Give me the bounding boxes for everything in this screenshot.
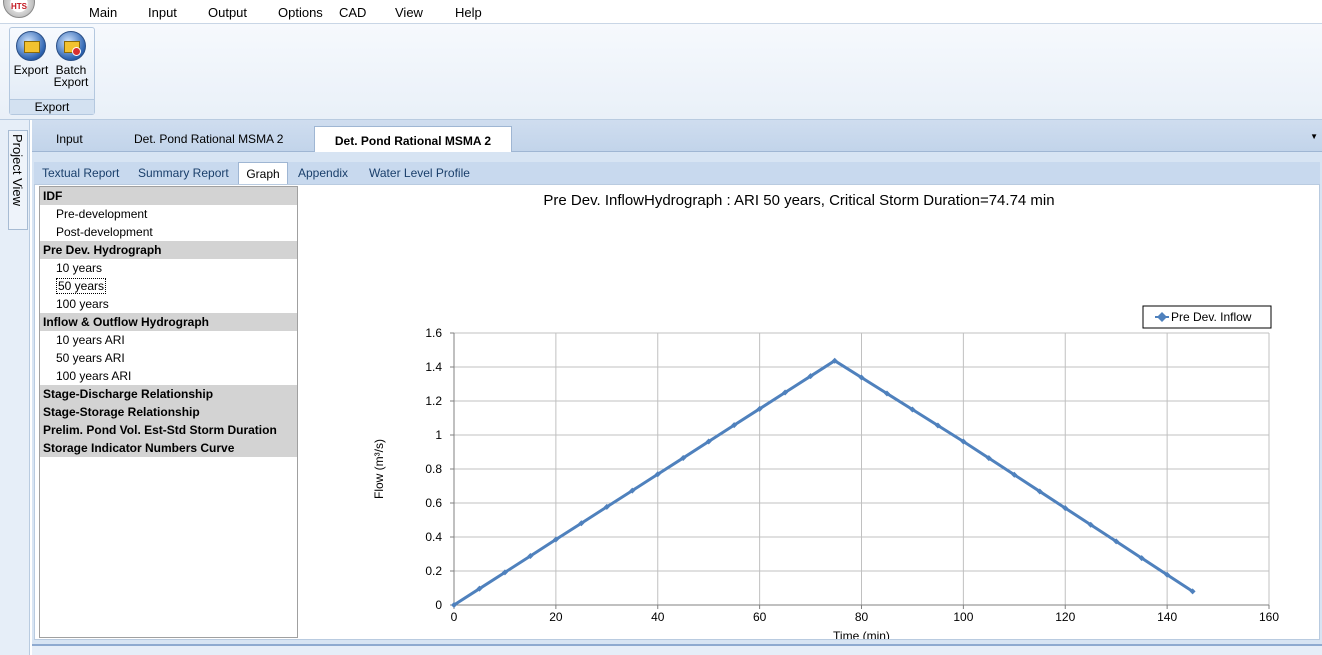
menu-bar: HTS Main Input Output Options CAD View H… bbox=[0, 0, 1322, 24]
ribbon-group-export: Export Batch Export Export bbox=[9, 27, 95, 115]
y-tick-label: 1.2 bbox=[425, 394, 442, 408]
tree-item[interactable]: 50 years ARI bbox=[40, 349, 297, 367]
tree-row-label: Storage Indicator Numbers Curve bbox=[43, 441, 235, 455]
tree-row-label: 100 years ARI bbox=[56, 369, 132, 383]
sub-tab-water-level-profile[interactable]: Water Level Profile bbox=[369, 166, 470, 180]
tree-item[interactable]: 10 years bbox=[40, 259, 297, 277]
bottom-bar bbox=[32, 644, 1322, 655]
x-tick-label: 40 bbox=[651, 610, 665, 624]
sub-tab-appendix[interactable]: Appendix bbox=[298, 166, 348, 180]
tree-item[interactable]: 10 years ARI bbox=[40, 331, 297, 349]
menu-output[interactable]: Output bbox=[208, 5, 247, 20]
y-tick-label: 1.4 bbox=[425, 360, 442, 374]
ribbon: Export Batch Export Export bbox=[0, 24, 1322, 120]
hydrograph-chart: Pre Dev. InflowHydrograph : ARI 50 years… bbox=[372, 192, 1279, 639]
legend-label: Pre Dev. Inflow bbox=[1171, 310, 1252, 324]
x-tick-label: 60 bbox=[753, 610, 767, 624]
ribbon-group-label: Export bbox=[10, 99, 94, 114]
tree-row-label: Post-development bbox=[56, 225, 153, 239]
tree-row-label: Inflow & Outflow Hydrograph bbox=[43, 315, 209, 329]
x-tick-label: 80 bbox=[855, 610, 869, 624]
document-tabs: Input Det. Pond Rational MSMA 2 Det. Pon… bbox=[32, 120, 1322, 152]
project-view-label: Project View bbox=[10, 134, 25, 207]
x-axis-label: Time (min) bbox=[833, 629, 890, 639]
x-tick-label: 140 bbox=[1157, 610, 1177, 624]
sub-tabs: Textual Report Summary Report Graph Appe… bbox=[34, 162, 1320, 184]
export-icon bbox=[16, 31, 46, 61]
tree-row-label: Stage-Discharge Relationship bbox=[43, 387, 214, 401]
menu-options[interactable]: Options bbox=[278, 5, 323, 20]
y-tick-label: 1.6 bbox=[425, 326, 442, 340]
y-tick-label: 0.8 bbox=[425, 462, 442, 476]
x-tick-label: 20 bbox=[549, 610, 563, 624]
y-tick-label: 0.4 bbox=[425, 530, 442, 544]
tree-row-label: 50 years ARI bbox=[56, 351, 125, 365]
graph-tree: IDF Pre-development Post-development Pre De… bbox=[39, 186, 298, 638]
batch-export-button[interactable]: Batch Export bbox=[52, 31, 90, 88]
tree-item[interactable]: 100 years ARI bbox=[40, 367, 297, 385]
tree-row-label: Stage-Storage Relationship bbox=[43, 405, 200, 419]
side-strip: Project View bbox=[0, 120, 30, 655]
tree-row-label: 10 years bbox=[56, 261, 103, 275]
tree-row-label: 100 years bbox=[56, 297, 109, 311]
sub-tab-graph[interactable]: Graph bbox=[238, 162, 288, 184]
tree-group-header[interactable]: Inflow & Outflow Hydrograph bbox=[40, 313, 297, 331]
sub-tab-textual-report[interactable]: Textual Report bbox=[42, 166, 119, 180]
sub-tab-summary-report[interactable]: Summary Report bbox=[138, 166, 229, 180]
project-view-tab[interactable]: Project View bbox=[8, 130, 28, 230]
y-axis-label: Flow (m³/s) bbox=[372, 439, 386, 499]
graph-content-panel: IDF Pre-development Post-development Pre De… bbox=[34, 184, 1320, 640]
tree-row-label: Pre-development bbox=[56, 207, 148, 221]
tree-row-label: IDF bbox=[43, 189, 63, 203]
doc-tab-det-pond-2[interactable]: Det. Pond Rational MSMA 2 bbox=[314, 126, 512, 152]
document-area: Input Det. Pond Rational MSMA 2 Det. Pon… bbox=[32, 120, 1322, 655]
menu-help[interactable]: Help bbox=[455, 5, 482, 20]
tab-overflow-icon[interactable]: ▼ bbox=[1310, 132, 1318, 141]
y-tick-label: 1 bbox=[435, 428, 442, 442]
tree-group-header[interactable]: IDF bbox=[40, 187, 297, 205]
x-tick-label: 160 bbox=[1259, 610, 1279, 624]
tree-group-header[interactable]: Prelim. Pond Vol. Est-Std Storm Duration bbox=[40, 421, 297, 439]
y-tick-label: 0 bbox=[435, 598, 442, 612]
chart-area: Pre Dev. InflowHydrograph : ARI 50 years… bbox=[299, 185, 1319, 639]
menu-cad[interactable]: CAD bbox=[339, 5, 366, 20]
tree-item[interactable]: Post-development bbox=[40, 223, 297, 241]
app-logo-icon[interactable]: HTS bbox=[3, 0, 35, 18]
menu-input[interactable]: Input bbox=[148, 5, 177, 20]
tree-row-label: Pre Dev. Hydrograph bbox=[43, 243, 162, 257]
export-button-label: Export bbox=[13, 63, 49, 77]
doc-tab-input[interactable]: Input bbox=[56, 132, 83, 146]
x-tick-label: 100 bbox=[953, 610, 973, 624]
tree-row-label: 50 years bbox=[56, 278, 107, 294]
tree-group-header[interactable]: Stage-Storage Relationship bbox=[40, 403, 297, 421]
tree-item[interactable]: 100 years bbox=[40, 295, 297, 313]
batch-export-icon bbox=[56, 31, 86, 61]
tree-group-header[interactable]: Pre Dev. Hydrograph bbox=[40, 241, 297, 259]
y-tick-label: 0.6 bbox=[425, 496, 442, 510]
x-tick-label: 120 bbox=[1055, 610, 1075, 624]
series-line bbox=[453, 358, 1194, 607]
tree-row-label: 10 years ARI bbox=[56, 333, 125, 347]
tree-group-header[interactable]: Storage Indicator Numbers Curve bbox=[40, 439, 297, 457]
tree-row-label: Prelim. Pond Vol. Est-Std Storm Duration bbox=[43, 423, 277, 437]
tree-item[interactable]: 50 years bbox=[40, 277, 297, 295]
menu-view[interactable]: View bbox=[395, 5, 423, 20]
x-tick-label: 0 bbox=[451, 610, 458, 624]
y-tick-label: 0.2 bbox=[425, 564, 442, 578]
batch-export-label-line2: Export bbox=[53, 75, 89, 89]
app-logo-text: HTS bbox=[11, 2, 27, 11]
tree-item[interactable]: Pre-development bbox=[40, 205, 297, 223]
export-button[interactable]: Export bbox=[12, 31, 50, 76]
doc-tab-det-pond-1[interactable]: Det. Pond Rational MSMA 2 bbox=[134, 132, 283, 146]
tree-group-header[interactable]: Stage-Discharge Relationship bbox=[40, 385, 297, 403]
menu-main[interactable]: Main bbox=[89, 5, 117, 20]
chart-title: Pre Dev. InflowHydrograph : ARI 50 years… bbox=[543, 192, 1054, 209]
